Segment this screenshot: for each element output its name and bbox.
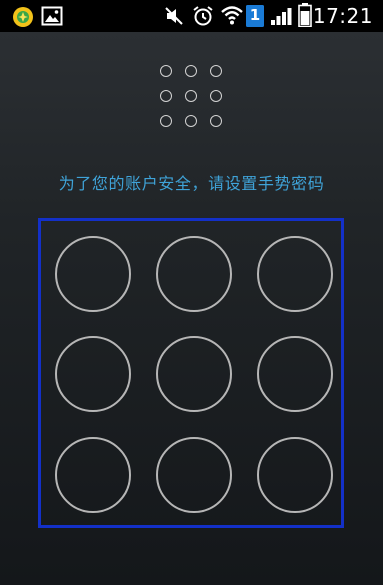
status-bar: 1 17:21 (0, 0, 383, 32)
preview-dot (160, 90, 172, 102)
pattern-preview (158, 63, 228, 133)
image-notification-icon (41, 6, 63, 30)
wifi-icon (220, 4, 244, 30)
preview-dot (160, 65, 172, 77)
gesture-prompt: 为了您的账户安全，请设置手势密码 (58, 174, 325, 193)
battery-icon (298, 3, 312, 31)
signal-icon (270, 6, 294, 30)
pattern-grid[interactable] (38, 218, 344, 528)
pattern-node-7[interactable] (55, 437, 131, 513)
pattern-node-9[interactable] (257, 437, 333, 513)
pattern-node-2[interactable] (156, 236, 232, 312)
preview-dot (160, 115, 172, 127)
alarm-icon (192, 5, 214, 31)
app-notification-icon (12, 6, 34, 32)
preview-dot (210, 90, 222, 102)
preview-dot (210, 115, 222, 127)
pattern-node-8[interactable] (156, 437, 232, 513)
preview-dot (210, 65, 222, 77)
preview-dot (185, 65, 197, 77)
pattern-node-1[interactable] (55, 236, 131, 312)
preview-dot (185, 90, 197, 102)
pattern-node-3[interactable] (257, 236, 333, 312)
preview-dot (185, 115, 197, 127)
gesture-password-screen: 为了您的账户安全，请设置手势密码 (0, 32, 383, 585)
pattern-node-5[interactable] (156, 336, 232, 412)
mute-icon (164, 6, 184, 30)
sim-badge: 1 (249, 6, 261, 24)
pattern-node-6[interactable] (257, 336, 333, 412)
status-time: 17:21 (312, 4, 373, 28)
pattern-node-4[interactable] (55, 336, 131, 412)
